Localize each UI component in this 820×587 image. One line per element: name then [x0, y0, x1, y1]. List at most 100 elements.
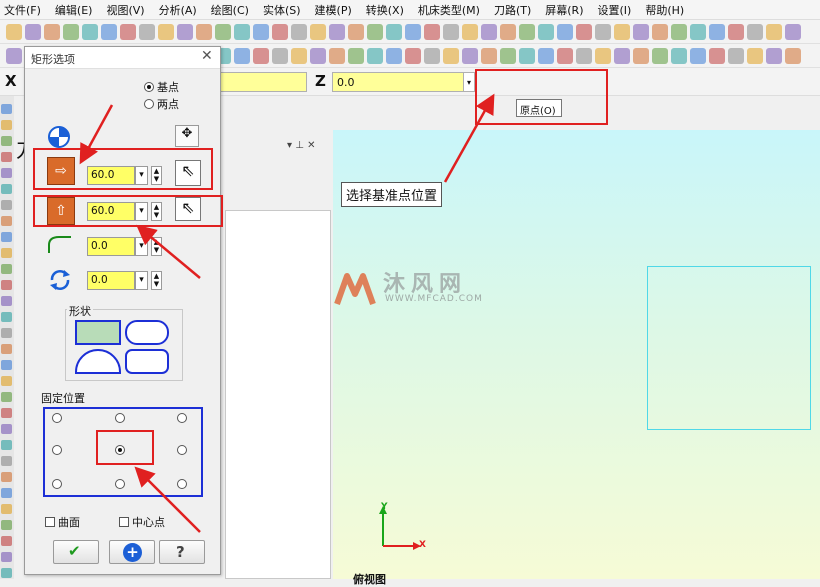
menu-item-3[interactable]: 分析(A) — [159, 2, 197, 18]
tb2-tool-icon[interactable] — [272, 48, 288, 64]
tb1-tool-icon[interactable] — [652, 24, 668, 40]
panel-pin-icon[interactable]: ▾ ⊥ ✕ — [287, 140, 315, 151]
tb1-tool-icon[interactable] — [253, 24, 269, 40]
tb1-tool-icon[interactable] — [25, 24, 41, 40]
tb1-tool-icon[interactable] — [177, 24, 193, 40]
side-tool-icon[interactable] — [1, 440, 12, 450]
side-tool-icon[interactable] — [1, 248, 12, 258]
tb1-tool-icon[interactable] — [310, 24, 326, 40]
side-tool-icon[interactable] — [1, 472, 12, 482]
position-middle-left[interactable] — [52, 445, 62, 455]
side-tool-icon[interactable] — [1, 392, 12, 402]
tb1-tool-icon[interactable] — [709, 24, 725, 40]
tb2-tool-icon[interactable] — [538, 48, 554, 64]
side-tool-icon[interactable] — [1, 120, 12, 130]
tb2-tool-icon[interactable] — [614, 48, 630, 64]
tb1-tool-icon[interactable] — [196, 24, 212, 40]
tb2-tool-icon[interactable] — [500, 48, 516, 64]
tb1-tool-icon[interactable] — [158, 24, 174, 40]
tb1-tool-icon[interactable] — [728, 24, 744, 40]
side-tool-icon[interactable] — [1, 216, 12, 226]
shape-rectangle-button[interactable] — [75, 320, 121, 345]
tb1-tool-icon[interactable] — [595, 24, 611, 40]
position-bottom-center[interactable] — [115, 479, 125, 489]
surface-checkbox[interactable] — [45, 517, 55, 527]
side-tool-icon[interactable] — [1, 424, 12, 434]
tb1-tool-icon[interactable] — [481, 24, 497, 40]
menu-item-4[interactable]: 绘图(C) — [211, 2, 249, 18]
side-tool-icon[interactable] — [1, 280, 12, 290]
tb1-tool-icon[interactable] — [234, 24, 250, 40]
tb2-tool-icon[interactable] — [652, 48, 668, 64]
tb1-tool-icon[interactable] — [500, 24, 516, 40]
tb1-tool-icon[interactable] — [139, 24, 155, 40]
tb1-tool-icon[interactable] — [329, 24, 345, 40]
tb1-tool-icon[interactable] — [671, 24, 687, 40]
tb1-tool-icon[interactable] — [63, 24, 79, 40]
tb1-tool-icon[interactable] — [405, 24, 421, 40]
side-tool-icon[interactable] — [1, 552, 12, 562]
radio-base-point[interactable] — [144, 82, 154, 92]
tb1-tool-icon[interactable] — [120, 24, 136, 40]
tb2-tool-icon[interactable] — [595, 48, 611, 64]
tb2-tool-icon[interactable] — [747, 48, 763, 64]
menu-item-10[interactable]: 屏幕(R) — [545, 2, 583, 18]
tb2-tool-icon[interactable] — [709, 48, 725, 64]
rotation-spinner[interactable]: ▲ ▼ — [151, 271, 162, 290]
tb2-tool-icon[interactable] — [728, 48, 744, 64]
ok-button[interactable]: ✔ — [53, 540, 99, 564]
side-tool-icon[interactable] — [1, 376, 12, 386]
close-icon[interactable]: ✕ — [201, 48, 213, 64]
side-tool-icon[interactable] — [1, 296, 12, 306]
tb2-tool-icon[interactable] — [785, 48, 801, 64]
tb2-tool-icon[interactable] — [253, 48, 269, 64]
z-coordinate-field[interactable]: 0.0 — [332, 72, 464, 92]
menu-item-6[interactable]: 建模(P) — [315, 2, 352, 18]
side-tool-icon[interactable] — [1, 536, 12, 546]
tb1-tool-icon[interactable] — [747, 24, 763, 40]
side-tool-icon[interactable] — [1, 568, 12, 578]
tb1-tool-icon[interactable] — [785, 24, 801, 40]
operations-tree[interactable] — [225, 210, 331, 579]
side-tool-icon[interactable] — [1, 520, 12, 530]
move-anchor-button[interactable]: ✥ — [175, 125, 199, 147]
tb2-tool-icon[interactable] — [405, 48, 421, 64]
side-tool-icon[interactable] — [1, 184, 12, 194]
tb2-tool-icon[interactable] — [633, 48, 649, 64]
menu-item-9[interactable]: 刀路(T) — [494, 2, 531, 18]
menu-item-8[interactable]: 机床类型(M) — [418, 2, 480, 18]
menu-item-11[interactable]: 设置(I) — [598, 2, 632, 18]
tb1-tool-icon[interactable] — [101, 24, 117, 40]
tb2-tool-icon[interactable] — [386, 48, 402, 64]
shape-obround-button[interactable] — [125, 320, 169, 345]
side-tool-icon[interactable] — [1, 232, 12, 242]
corner-radius-dropdown[interactable]: ▾ — [135, 237, 148, 256]
tb2-tool-icon[interactable] — [462, 48, 478, 64]
z-dropdown-arrow[interactable]: ▾ — [463, 72, 475, 92]
side-tool-icon[interactable] — [1, 360, 12, 370]
position-middle-right[interactable] — [177, 445, 187, 455]
tb1-tool-icon[interactable] — [6, 24, 22, 40]
apply-button[interactable]: + — [109, 540, 155, 564]
side-tool-icon[interactable] — [1, 456, 12, 466]
tb1-tool-icon[interactable] — [291, 24, 307, 40]
tb1-tool-icon[interactable] — [519, 24, 535, 40]
shape-double-d-button[interactable] — [125, 349, 169, 374]
menu-item-1[interactable]: 编辑(E) — [55, 2, 93, 18]
tb2-tool-icon[interactable] — [291, 48, 307, 64]
side-tool-icon[interactable] — [1, 488, 12, 498]
tb2-tool-icon[interactable] — [6, 48, 22, 64]
tb1-tool-icon[interactable] — [386, 24, 402, 40]
radio-two-points[interactable] — [144, 99, 154, 109]
tb1-tool-icon[interactable] — [44, 24, 60, 40]
menu-item-0[interactable]: 文件(F) — [4, 2, 41, 18]
side-tool-icon[interactable] — [1, 200, 12, 210]
side-tool-icon[interactable] — [1, 504, 12, 514]
tb2-tool-icon[interactable] — [690, 48, 706, 64]
menu-item-12[interactable]: 帮助(H) — [645, 2, 684, 18]
position-top-right[interactable] — [177, 413, 187, 423]
tb1-tool-icon[interactable] — [538, 24, 554, 40]
graphics-viewport[interactable]: 选择基准点位置 沐风网 WWW.MFCAD.COM Y X 俯视图 — [333, 130, 820, 586]
position-top-center[interactable] — [115, 413, 125, 423]
tb1-tool-icon[interactable] — [633, 24, 649, 40]
